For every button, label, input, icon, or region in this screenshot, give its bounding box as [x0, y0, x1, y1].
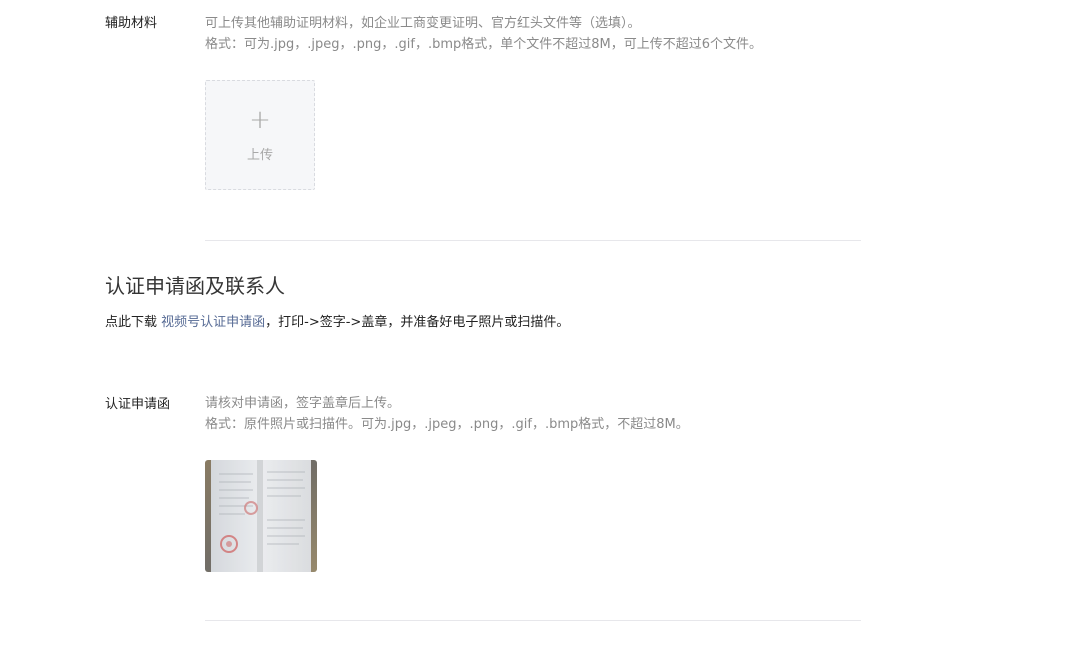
section-divider — [205, 240, 861, 241]
download-application-letter-link[interactable]: 视频号认证申请函 — [161, 315, 265, 330]
bottom-divider — [205, 620, 861, 621]
plus-icon: + — [249, 105, 271, 135]
aux-materials-desc-1: 可上传其他辅助证明材料，如企业工商变更证明、官方红头文件等（选填）。 — [205, 16, 641, 31]
aux-materials-label: 辅助材料 — [105, 16, 158, 31]
download-suffix: ，打印->签字->盖章，并准备好电子照片或扫描件。 — [265, 315, 570, 330]
download-instruction: 点此下载 视频号认证申请函，打印->签字->盖章，并准备好电子照片或扫描件。 — [105, 313, 569, 333]
document-photo-image — [205, 460, 317, 572]
uploaded-letter-thumbnail[interactable] — [205, 460, 317, 572]
application-letter-desc-1: 请核对申请函，签字盖章后上传。 — [205, 396, 401, 411]
application-letter-label: 认证申请函 — [105, 397, 171, 412]
upload-label: 上传 — [246, 148, 273, 163]
aux-materials-desc-2: 格式：可为.jpg，.jpeg，.png，.gif，.bmp格式，单个文件不超过… — [205, 37, 763, 52]
application-letter-desc-2: 格式：原件照片或扫描件。可为.jpg，.jpeg，.png，.gif，.bmp格… — [205, 417, 689, 432]
download-prefix: 点此下载 — [105, 315, 162, 330]
section-title: 认证申请函及联系人 — [105, 274, 285, 298]
aux-upload-button[interactable]: + 上传 — [205, 80, 315, 190]
